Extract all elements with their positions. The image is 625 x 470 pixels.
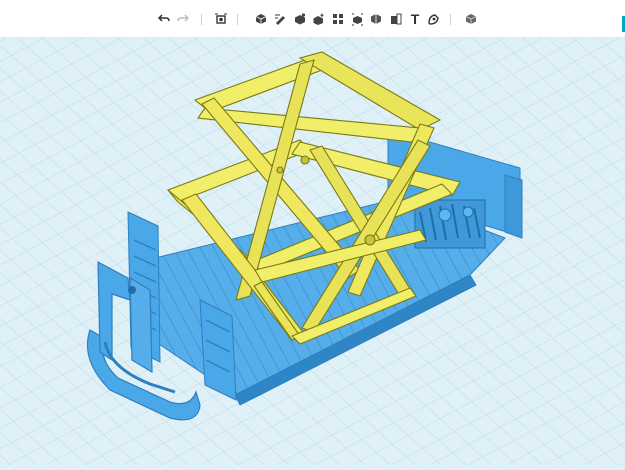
pivot-pin [300, 155, 310, 165]
group-icon[interactable] [349, 11, 365, 27]
gear-cluster [414, 199, 486, 249]
pivot-pin [364, 234, 376, 246]
sketch-icon[interactable] [272, 11, 288, 27]
toolbar-divider [201, 14, 202, 25]
cube-icon[interactable] [253, 11, 269, 27]
undo-icon[interactable] [156, 11, 172, 27]
3d-viewport[interactable] [0, 0, 625, 465]
workplane-scene[interactable] [0, 0, 625, 465]
top-toolbar: T [0, 0, 625, 38]
toolbar-divider [450, 14, 451, 25]
view-cube-icon[interactable] [463, 11, 479, 27]
pattern-icon[interactable] [330, 11, 346, 27]
construct-icon[interactable] [311, 11, 327, 27]
material-icon[interactable] [425, 11, 441, 27]
modify-icon[interactable] [292, 11, 308, 27]
side-post [199, 299, 237, 401]
combine-icon[interactable] [368, 11, 384, 27]
measure-icon[interactable] [388, 11, 404, 27]
snapshot-icon[interactable] [213, 11, 229, 27]
redo-icon[interactable] [175, 11, 191, 27]
toolbar-divider [237, 14, 238, 25]
text-tool-icon[interactable]: T [407, 11, 423, 27]
